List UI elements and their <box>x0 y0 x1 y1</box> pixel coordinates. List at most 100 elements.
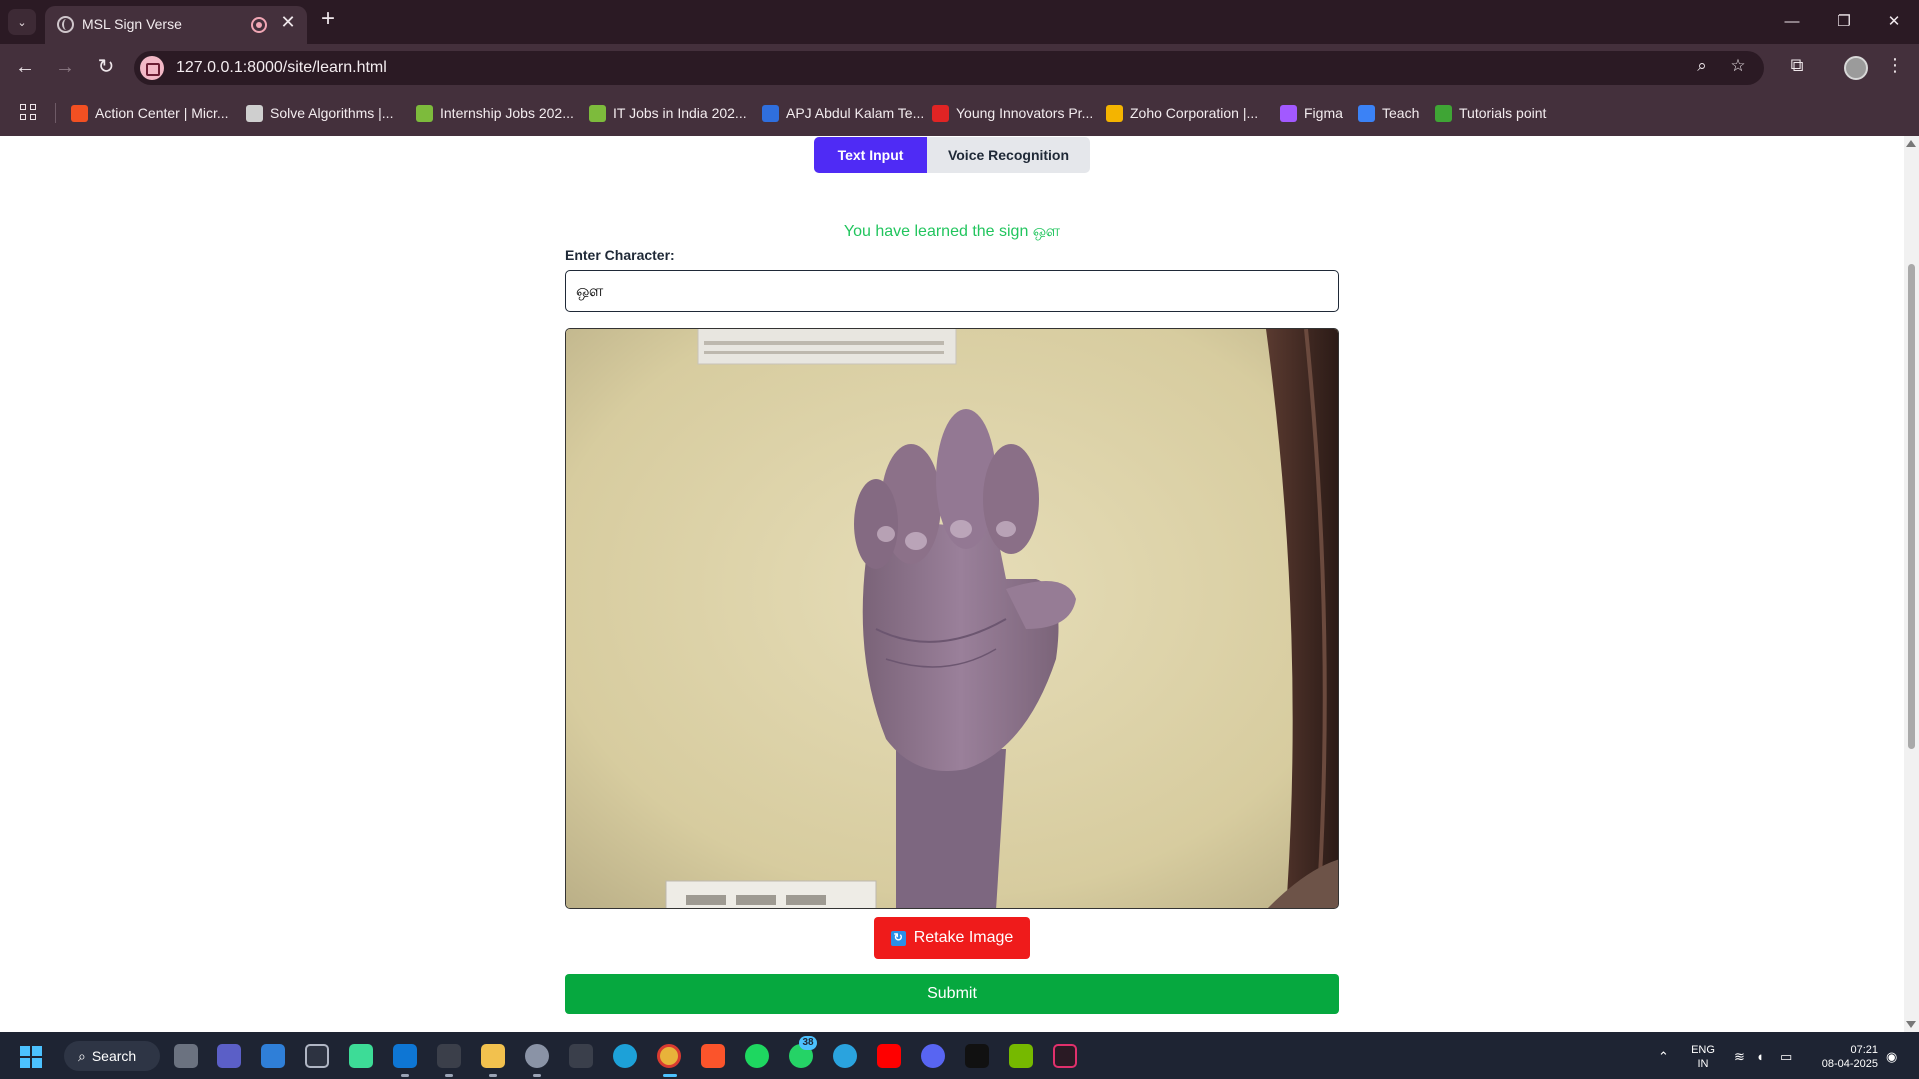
new-tab-button[interactable]: + <box>314 5 342 35</box>
bookmark-label: Action Center | Micr... <box>95 105 229 121</box>
android-studio-icon[interactable] <box>349 1044 373 1068</box>
wifi-icon[interactable]: ≋ <box>1734 1049 1745 1065</box>
restore-button[interactable]: ❐ <box>1822 8 1866 36</box>
bookmark-item[interactable]: Teach <box>1358 102 1419 124</box>
extensions-icon[interactable]: ⧉ <box>1784 55 1810 76</box>
browser-tab-strip: ⌄ MSL Sign Verse ✕ + — ❐ ✕ <box>0 0 1919 44</box>
chrome-icon[interactable] <box>657 1044 681 1068</box>
bookmark-item[interactable]: APJ Abdul Kalam Te... <box>762 102 924 124</box>
settings-running-indicator <box>533 1074 541 1077</box>
scroll-down-arrow-icon[interactable] <box>1906 1021 1916 1028</box>
page-scrollbar[interactable] <box>1904 136 1919 1032</box>
bookmark-label: Zoho Corporation |... <box>1130 105 1259 121</box>
brave-icon[interactable] <box>701 1044 725 1068</box>
url-text[interactable]: 127.0.0.1:8000/site/learn.html <box>176 59 387 77</box>
globe-icon <box>57 16 74 33</box>
bookmark-star-icon[interactable]: ☆ <box>1726 56 1750 76</box>
language-indicator[interactable]: ENG IN <box>1688 1043 1718 1071</box>
notification-bell-icon[interactable]: ◉ <box>1886 1049 1897 1065</box>
bookmark-item[interactable]: Figma <box>1280 102 1343 124</box>
clock[interactable]: 07:21 08-04-2025 <box>1812 1043 1878 1071</box>
clock-time: 07:21 <box>1850 1044 1878 1056</box>
store-icon[interactable] <box>261 1044 285 1068</box>
bookmark-favicon-icon <box>1280 104 1297 122</box>
bookmark-label: Teach <box>1382 105 1420 121</box>
edge-icon[interactable] <box>613 1044 637 1068</box>
character-input[interactable] <box>565 270 1339 312</box>
task-view-icon[interactable] <box>174 1044 198 1068</box>
spotify-icon[interactable] <box>745 1044 769 1068</box>
bookmark-favicon-icon <box>1358 104 1375 122</box>
nvidia-icon[interactable] <box>1009 1044 1033 1068</box>
bookmark-item[interactable]: Action Center | Micr... <box>71 102 229 124</box>
windows-taskbar: ⌕ Search 38 ⌃ ENG IN ≋ ◖ ▭ 07:21 08-04-2… <box>0 1032 1919 1079</box>
address-bar[interactable]: 127.0.0.1:8000/site/learn.html ⌕ ☆ <box>134 51 1764 85</box>
bookmark-favicon-icon <box>589 104 606 122</box>
profile-avatar[interactable] <box>1844 56 1868 80</box>
youtube-icon[interactable] <box>877 1044 901 1068</box>
bookmark-item[interactable]: Internship Jobs 202... <box>416 102 574 124</box>
bookmark-favicon-icon <box>762 104 779 122</box>
epic-games-icon[interactable] <box>965 1044 989 1068</box>
submit-button[interactable]: Submit <box>565 974 1339 1014</box>
windows-start-icon[interactable] <box>20 1046 42 1068</box>
telegram-icon[interactable] <box>833 1044 857 1068</box>
vscode-icon[interactable] <box>393 1044 417 1068</box>
settings-gear-icon[interactable] <box>525 1044 549 1068</box>
bookmark-item[interactable]: Solve Algorithms |... <box>246 102 393 124</box>
bookmark-favicon-icon <box>1435 104 1452 122</box>
page-content: Text Input Voice Recognition You have le… <box>0 136 1904 1032</box>
clock-date: 08-04-2025 <box>1821 1058 1878 1070</box>
tray-chevron-icon[interactable]: ⌃ <box>1658 1049 1669 1065</box>
scrollbar-thumb[interactable] <box>1908 264 1915 749</box>
close-window-button[interactable]: ✕ <box>1872 8 1916 36</box>
app-v-icon[interactable] <box>1053 1044 1077 1068</box>
forward-button[interactable]: → <box>50 52 80 82</box>
bookmark-item[interactable]: Zoho Corporation |... <box>1106 102 1258 124</box>
bookmark-item[interactable]: Young Innovators Pr... <box>932 102 1093 124</box>
teams-icon[interactable] <box>217 1044 241 1068</box>
input-mode-tabs: Text Input Voice Recognition <box>814 137 1090 173</box>
bookmark-favicon-icon <box>71 104 88 122</box>
menu-dots-icon[interactable]: ⋮ <box>1882 55 1908 76</box>
zoom-icon[interactable]: ⌕ <box>1690 56 1714 76</box>
success-message: You have learned the sign ஔ <box>843 223 1061 240</box>
tab-search-icon[interactable]: ⌄ <box>8 9 36 35</box>
scroll-up-arrow-icon[interactable] <box>1906 140 1916 147</box>
minimize-button[interactable]: — <box>1770 8 1814 36</box>
explorer-running-indicator <box>489 1074 497 1077</box>
close-tab-icon[interactable]: ✕ <box>277 12 299 33</box>
bookmark-label: Solve Algorithms |... <box>270 105 394 121</box>
browser-tab-active[interactable]: MSL Sign Verse ✕ <box>45 6 307 44</box>
discord-icon[interactable] <box>921 1044 945 1068</box>
file-explorer-icon[interactable] <box>481 1044 505 1068</box>
camera-capture-image <box>565 328 1339 909</box>
apps-grid-icon[interactable] <box>20 104 38 122</box>
bookmark-item[interactable]: Tutorials point <box>1435 102 1546 124</box>
bookmark-label: Young Innovators Pr... <box>956 105 1094 121</box>
refresh-icon: ↻ <box>890 930 906 946</box>
bookmarks-bar: Action Center | Micr... Solve Algorithms … <box>0 90 1919 136</box>
region-code: IN <box>1697 1058 1709 1070</box>
browser-toolbar: ← → ↻ 127.0.0.1:8000/site/learn.html ⌕ ☆… <box>0 44 1919 90</box>
chrome-active-indicator <box>663 1074 677 1077</box>
taskbar-search-label: Search <box>91 1048 137 1064</box>
tab-text-input[interactable]: Text Input <box>814 137 927 173</box>
bookmark-item[interactable]: IT Jobs in India 202... <box>589 102 747 124</box>
app-g-icon[interactable] <box>569 1044 593 1068</box>
battery-icon[interactable]: ▭ <box>1780 1049 1792 1065</box>
settings-hub-icon[interactable] <box>305 1044 329 1068</box>
reload-button[interactable]: ↻ <box>91 52 121 82</box>
camera-in-use-icon[interactable] <box>140 56 164 80</box>
language-code: ENG <box>1691 1044 1715 1056</box>
taskbar-search[interactable]: ⌕ Search <box>64 1041 160 1071</box>
bookmark-favicon-icon <box>932 104 949 122</box>
volume-icon[interactable]: ◖ <box>1756 1049 1764 1064</box>
back-button[interactable]: ← <box>10 52 40 82</box>
tab-voice-recognition[interactable]: Voice Recognition <box>927 137 1090 173</box>
terminal-icon[interactable] <box>437 1044 461 1068</box>
retake-image-button[interactable]: ↻ Retake Image <box>874 917 1030 959</box>
bookmark-label: IT Jobs in India 202... <box>613 105 747 121</box>
terminal-running-indicator <box>445 1074 453 1077</box>
bookmark-favicon-icon <box>246 104 263 122</box>
